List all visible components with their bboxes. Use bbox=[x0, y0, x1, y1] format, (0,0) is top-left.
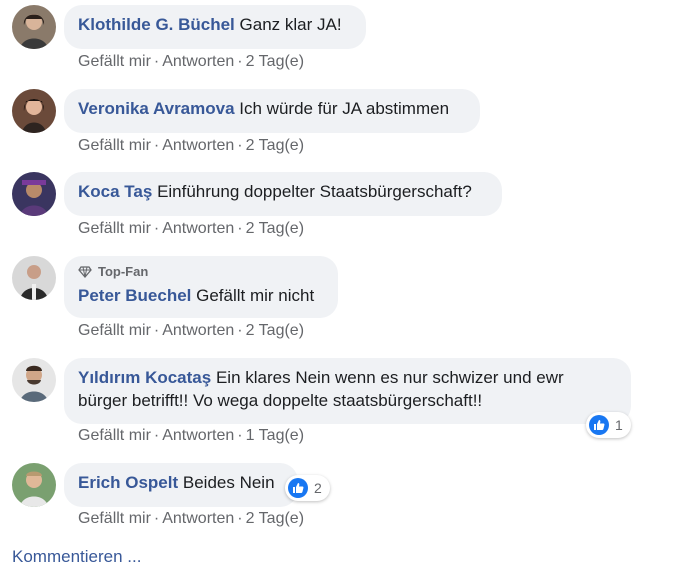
avatar[interactable] bbox=[12, 172, 56, 216]
comment-author[interactable]: Yıldırım Kocataş bbox=[78, 368, 211, 387]
timestamp[interactable]: 2 Tag(e) bbox=[246, 510, 304, 527]
separator: · bbox=[237, 510, 243, 527]
reply-link[interactable]: Antworten bbox=[162, 137, 234, 154]
reaction-count[interactable]: 2 bbox=[285, 475, 330, 501]
comment-bubble: Veronika Avramova Ich würde für JA absti… bbox=[64, 89, 480, 133]
separator: · bbox=[153, 53, 160, 70]
separator: · bbox=[153, 510, 160, 527]
thumbs-up-icon bbox=[589, 415, 609, 435]
timestamp[interactable]: 2 Tag(e) bbox=[246, 220, 304, 237]
comment-author[interactable]: Koca Taş bbox=[78, 182, 152, 201]
timestamp[interactable]: 1 Tag(e) bbox=[246, 427, 304, 444]
comment-bubble: Yıldırım Kocataş Ein klares Nein wenn es… bbox=[64, 358, 631, 424]
like-link[interactable]: Gefällt mir bbox=[78, 220, 151, 237]
separator: · bbox=[237, 220, 243, 237]
comment-bubble: Klothilde G. Büchel Ganz klar JA! bbox=[64, 5, 366, 49]
like-link[interactable]: Gefällt mir bbox=[78, 322, 151, 339]
timestamp[interactable]: 2 Tag(e) bbox=[246, 53, 304, 70]
comment-actions: Gefällt mir · Antworten · 2 Tag(e) bbox=[78, 509, 304, 529]
separator: · bbox=[237, 137, 243, 154]
separator: · bbox=[153, 137, 160, 154]
reaction-number: 2 bbox=[314, 480, 322, 496]
like-link[interactable]: Gefällt mir bbox=[78, 427, 151, 444]
timestamp[interactable]: 2 Tag(e) bbox=[246, 322, 304, 339]
comment-text: Gefällt mir nicht bbox=[196, 286, 315, 305]
avatar[interactable] bbox=[12, 89, 56, 133]
avatar[interactable] bbox=[12, 463, 56, 507]
avatar[interactable] bbox=[12, 256, 56, 300]
reply-link[interactable]: Antworten bbox=[162, 53, 234, 70]
comment-text: Ich würde für JA abstimmen bbox=[239, 99, 450, 118]
separator: · bbox=[237, 53, 243, 70]
diamond-icon bbox=[78, 266, 92, 278]
top-fan-label: Top-Fan bbox=[98, 264, 149, 279]
reaction-number: 1 bbox=[615, 417, 623, 433]
comment-bubble: Koca Taş Einführung doppelter Staatsbürg… bbox=[64, 172, 502, 216]
separator: · bbox=[237, 427, 243, 444]
comment-author[interactable]: Erich Ospelt bbox=[78, 473, 178, 492]
comment-author[interactable]: Peter Buechel bbox=[78, 286, 191, 305]
reaction-count[interactable]: 1 bbox=[586, 412, 631, 438]
like-link[interactable]: Gefällt mir bbox=[78, 53, 151, 70]
thumbs-up-icon bbox=[288, 478, 308, 498]
reply-link[interactable]: Antworten bbox=[162, 510, 234, 527]
avatar[interactable] bbox=[12, 5, 56, 49]
separator: · bbox=[153, 427, 160, 444]
comment-actions: Gefällt mir · Antworten · 2 Tag(e) bbox=[78, 219, 304, 239]
comment-text: Ganz klar JA! bbox=[239, 15, 342, 34]
separator: · bbox=[153, 220, 160, 237]
comment-author[interactable]: Veronika Avramova bbox=[78, 99, 235, 118]
comment-bubble: Erich Ospelt Beides Nein bbox=[64, 463, 298, 507]
comment-bubble: Top-Fan Peter Buechel Gefällt mir nicht bbox=[64, 256, 338, 318]
like-link[interactable]: Gefällt mir bbox=[78, 137, 151, 154]
avatar[interactable] bbox=[12, 358, 56, 402]
separator: · bbox=[237, 322, 243, 339]
like-link[interactable]: Gefällt mir bbox=[78, 510, 151, 527]
comment-actions: Gefällt mir · Antworten · 2 Tag(e) bbox=[78, 321, 304, 341]
comment-actions: Gefällt mir · Antworten · 2 Tag(e) bbox=[78, 52, 304, 72]
comment-text: Beides Nein bbox=[182, 473, 275, 492]
comment-actions: Gefällt mir · Antworten · 2 Tag(e) bbox=[78, 136, 304, 156]
timestamp[interactable]: 2 Tag(e) bbox=[246, 137, 304, 154]
comment-actions: Gefällt mir · Antworten · 1 Tag(e) bbox=[78, 426, 304, 446]
reply-link[interactable]: Antworten bbox=[162, 220, 234, 237]
more-comments-link[interactable]: Kommentieren ... bbox=[12, 546, 141, 568]
reply-link[interactable]: Antworten bbox=[162, 427, 234, 444]
comment-text: Einführung doppelter Staatsbürgerschaft? bbox=[157, 182, 472, 201]
reply-link[interactable]: Antworten bbox=[162, 322, 234, 339]
top-fan-badge: Top-Fan bbox=[78, 264, 324, 280]
separator: · bbox=[153, 322, 160, 339]
comment-author[interactable]: Klothilde G. Büchel bbox=[78, 15, 235, 34]
